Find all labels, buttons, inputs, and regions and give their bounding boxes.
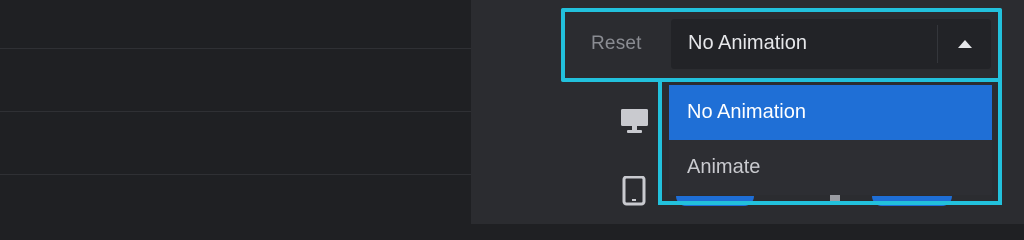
animation-select-value: No Animation	[688, 32, 807, 54]
animation-dropdown-menu: No Animation Animate	[669, 85, 992, 195]
mobile-icon[interactable]	[828, 195, 842, 205]
animation-select[interactable]: No Animation	[671, 19, 991, 69]
chevron-up-icon[interactable]	[958, 40, 972, 48]
option-animate[interactable]: Animate	[669, 140, 992, 195]
highlight-joint	[562, 76, 658, 78]
select-divider	[937, 25, 938, 63]
row-divider	[0, 48, 471, 49]
toggle-control[interactable]	[872, 196, 952, 206]
desktop-icon[interactable]	[620, 108, 650, 136]
row-divider	[0, 111, 471, 112]
option-no-animation[interactable]: No Animation	[669, 85, 992, 140]
tablet-icon[interactable]	[622, 176, 646, 206]
row-divider	[0, 174, 471, 175]
reset-button[interactable]: Reset	[591, 33, 642, 55]
left-panel	[0, 0, 471, 224]
toggle-control[interactable]	[676, 196, 754, 206]
